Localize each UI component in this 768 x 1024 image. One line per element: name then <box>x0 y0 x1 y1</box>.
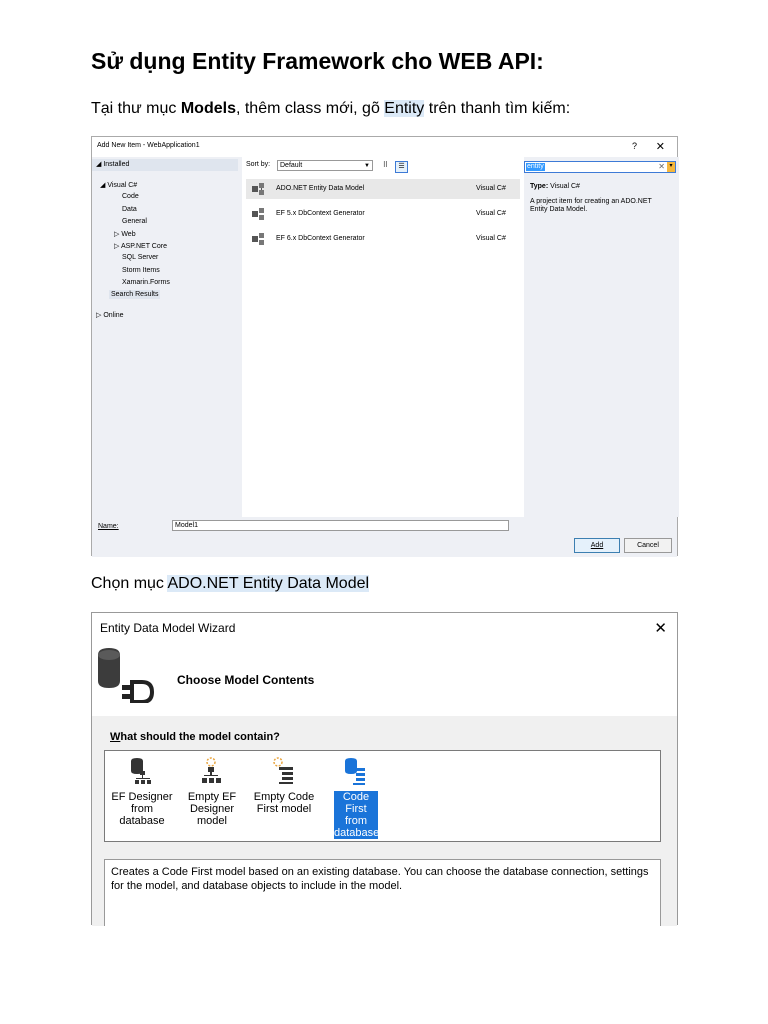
choice-label: Empty EF Designer model <box>187 791 237 827</box>
dialog-title: Add New Item - WebApplication1 <box>97 142 200 149</box>
sort-dropdown[interactable]: Default ▼ <box>277 160 373 171</box>
choice-empty-ef-designer[interactable]: Empty EF Designer model <box>179 755 245 839</box>
type-row: Type: Visual C# <box>530 183 580 190</box>
cancel-button[interactable]: Cancel <box>624 538 672 553</box>
tree-item-sql-server[interactable]: SQL Server <box>122 254 158 261</box>
tree-item-code[interactable]: Code <box>122 193 139 200</box>
template-name: EF 5.x DbContext Generator <box>276 210 365 217</box>
sort-bar: Sort by: Default ▼ ⠿ ☰ <box>246 160 522 175</box>
template-item-ado-net[interactable]: ADO.NET Entity Data Model Visual C# <box>246 179 520 199</box>
para1-text-2: , thêm class mới, gõ <box>235 100 385 117</box>
wizard-body: What should the model contain? EF Design… <box>92 716 677 926</box>
dialog-footer: Name: Model1 Add Cancel <box>92 517 677 557</box>
para1-text-3: trên thanh tìm kiếm: <box>424 100 571 117</box>
clear-search-icon[interactable]: ✕ <box>658 162 665 171</box>
tree-item-xamarin-forms[interactable]: Xamarin.Forms <box>122 279 170 286</box>
question-mnemonic: W <box>110 731 121 743</box>
chevron-down-icon: ▼ <box>364 163 370 169</box>
para1-text-1: Tại thư mục <box>91 100 181 117</box>
para1-models-bold: Models <box>180 100 236 117</box>
tree-item-storm-items[interactable]: Storm Items <box>122 267 160 274</box>
instruction-paragraph-2: Chọn mục ADO.NET Entity Data Model <box>91 575 370 593</box>
model-choices-list: EF Designer from database Empty EF Desig… <box>104 750 661 842</box>
type-label: Type: <box>530 183 549 190</box>
close-button[interactable]: ✕ <box>656 140 665 153</box>
template-description: A project item for creating an ADO.NET E… <box>530 198 652 213</box>
ef-designer-database-icon <box>131 758 151 784</box>
small-icons-view-icon[interactable]: ⠿ <box>380 161 391 171</box>
dbcontext-generator-icon <box>252 208 264 220</box>
tree-item-data[interactable]: Data <box>122 206 137 213</box>
search-options-chevron-icon[interactable]: ▾ <box>667 162 675 172</box>
template-tree-pane: ◢ Installed ◢ Visual C# Code Data Genera… <box>92 157 242 517</box>
choice-label: EF Designer from database <box>111 791 173 827</box>
tree-item-aspnet-core[interactable]: ▷ ASP.NET Core <box>114 242 167 250</box>
dbcontext-generator-icon <box>252 233 264 245</box>
sort-label: Sort by: <box>246 161 271 168</box>
choice-empty-code-first[interactable]: Empty Code First model <box>251 755 317 839</box>
model-contents-question: What should the model contain? <box>110 731 280 743</box>
template-name: ADO.NET Entity Data Model <box>276 185 365 192</box>
wizard-close-button[interactable]: ✕ <box>654 619 667 637</box>
search-input[interactable]: entity ✕ ▾ <box>524 161 676 173</box>
template-language: Visual C# <box>476 185 506 192</box>
wizard-title: Entity Data Model Wizard <box>100 621 236 635</box>
name-label: Name: <box>98 523 119 530</box>
code-first-database-icon <box>345 758 365 785</box>
wizard-heading: Choose Model Contents <box>177 673 315 687</box>
question-text: hat should the model contain? <box>120 731 280 743</box>
dialog-titlebar: Add New Item - WebApplication1 ? ✕ <box>92 137 677 156</box>
choice-label: Empty Code First model <box>253 791 315 815</box>
instruction-paragraph-1: Tại thư mục Models, thêm class mới, gõ E… <box>91 100 570 118</box>
template-item-ef6[interactable]: EF 6.x DbContext Generator Visual C# <box>246 229 520 249</box>
tree-item-web[interactable]: ▷ Web <box>114 230 136 238</box>
template-list-pane: Sort by: Default ▼ ⠿ ☰ ADO.NET Entity Da… <box>244 157 522 517</box>
choice-ef-designer-from-database[interactable]: EF Designer from database <box>109 755 175 839</box>
tree-item-visual-csharp[interactable]: ◢ Visual C# <box>100 181 137 189</box>
document-title: Sử dụng Entity Framework cho WEB API: <box>91 48 544 74</box>
choice-description: Creates a Code First model based on an e… <box>104 859 661 926</box>
para2-ado-highlight: ADO.NET Entity Data Model <box>167 575 370 592</box>
choice-code-first-from-database[interactable]: Code First from database <box>323 755 389 839</box>
list-view-icon[interactable]: ☰ <box>395 161 408 173</box>
template-language: Visual C# <box>476 210 506 217</box>
tree-item-general[interactable]: General <box>122 218 147 225</box>
add-new-item-dialog: Add New Item - WebApplication1 ? ✕ ◢ Ins… <box>91 136 679 557</box>
entity-data-model-wizard: Entity Data Model Wizard ✕ Choose Model … <box>91 612 678 926</box>
name-field[interactable]: Model1 <box>172 520 509 531</box>
details-pane: entity ✕ ▾ Type: Visual C# A project ite… <box>524 157 679 517</box>
search-value: entity <box>526 163 545 171</box>
choice-label: Code First from database <box>334 791 380 839</box>
para1-entity-highlight: Entity <box>384 100 425 117</box>
empty-ef-designer-icon <box>202 757 221 783</box>
installed-header[interactable]: ◢ Installed <box>92 159 238 171</box>
sort-value: Default <box>280 162 303 169</box>
help-button[interactable]: ? <box>632 141 637 151</box>
para2-text-1: Chọn mục <box>91 575 168 592</box>
template-item-ef5[interactable]: EF 5.x DbContext Generator Visual C# <box>246 204 520 224</box>
tree-item-search-results[interactable]: Search Results <box>109 290 161 299</box>
database-connection-icon <box>98 648 155 703</box>
tree-item-online[interactable]: ▷ Online <box>96 311 124 319</box>
empty-code-first-icon <box>273 757 293 784</box>
add-button[interactable]: Add <box>574 538 620 553</box>
type-value: Visual C# <box>550 183 580 190</box>
template-name: EF 6.x DbContext Generator <box>276 235 365 242</box>
entity-model-icon <box>252 183 264 195</box>
template-language: Visual C# <box>476 235 506 242</box>
